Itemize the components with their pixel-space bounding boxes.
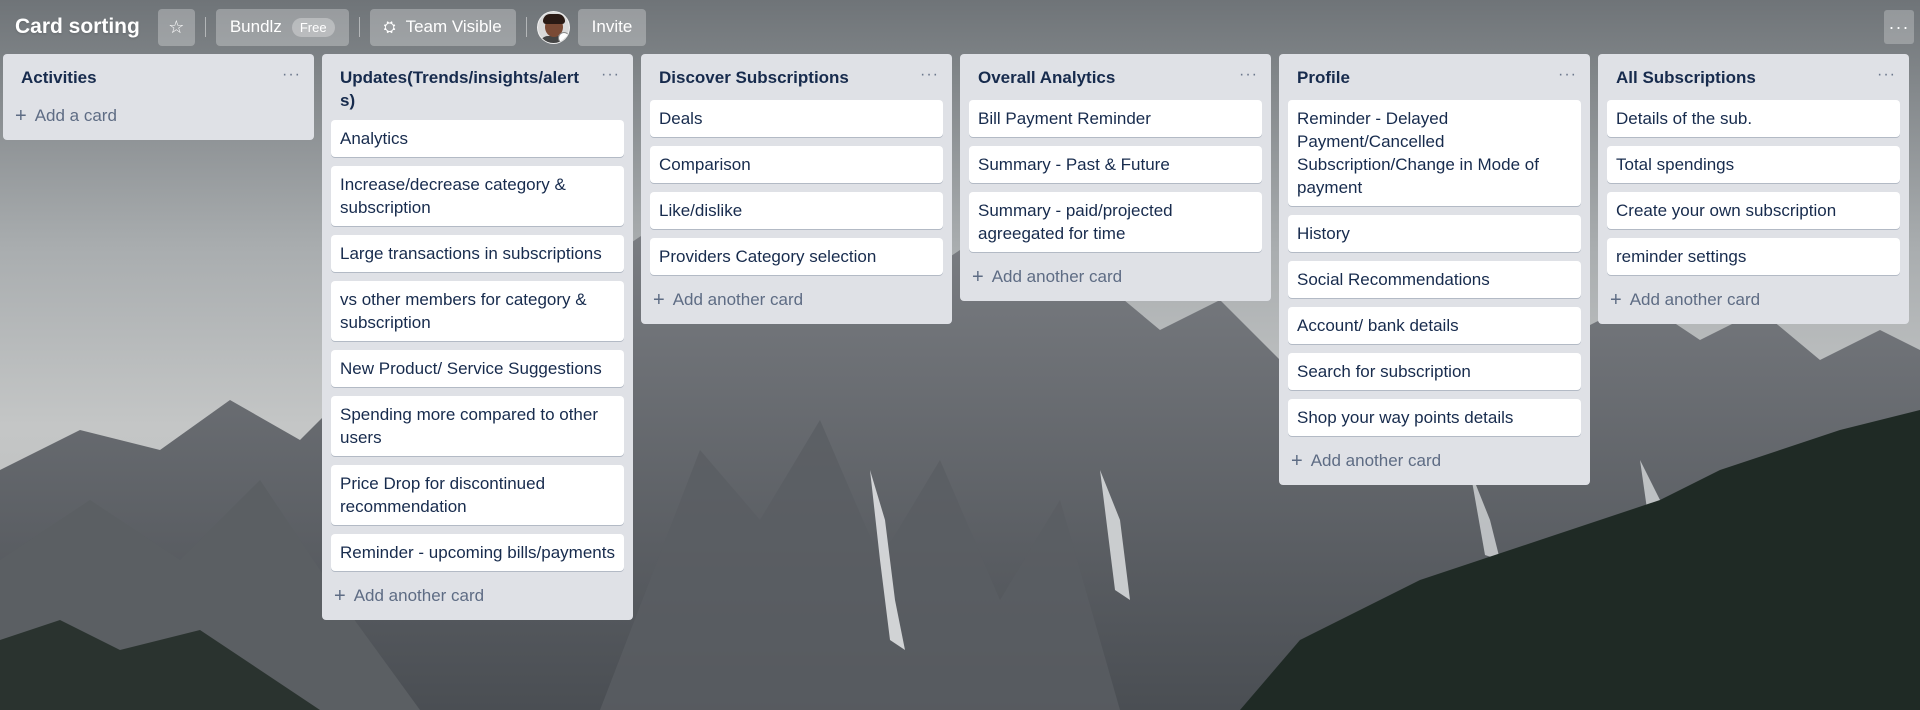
list-header: Activities ···: [12, 54, 305, 100]
list-card[interactable]: Summary - paid/projected agreegated for …: [969, 192, 1262, 252]
plus-icon: +: [653, 289, 665, 311]
list-header: Updates(Trends/insights/alerts) ···: [331, 54, 624, 120]
add-card-button[interactable]: + Add another card: [1607, 284, 1900, 320]
add-card-label: Add another card: [1310, 451, 1442, 470]
list-card[interactable]: Price Drop for discontinued recommendati…: [331, 465, 624, 525]
list-card[interactable]: Social Recommendations: [1288, 261, 1581, 298]
add-card-button[interactable]: + Add a card: [12, 100, 305, 136]
list-title[interactable]: Profile: [1297, 66, 1547, 89]
board-title[interactable]: Card sorting: [15, 15, 140, 39]
list-card[interactable]: Like/dislike: [650, 192, 943, 229]
list-card[interactable]: Create your own subscription: [1607, 192, 1900, 229]
list: Updates(Trends/insights/alerts) ··· Analyt…: [322, 54, 633, 620]
list-card[interactable]: Reminder - Delayed Payment/Cancelled Sub…: [1288, 100, 1581, 206]
list: Overall Analytics ··· Bill Payment Reminde…: [960, 54, 1271, 301]
list-menu-icon[interactable]: ···: [1877, 66, 1896, 84]
plus-icon: +: [1610, 289, 1622, 311]
list-header: All Subscriptions ···: [1607, 54, 1900, 100]
visibility-label: Team Visible: [405, 17, 502, 36]
list: Profile ··· Reminder - Delayed Payment/Can…: [1279, 54, 1590, 485]
visibility-button[interactable]: ⛭ Team Visible: [369, 8, 516, 46]
star-button[interactable]: ☆: [157, 8, 195, 46]
add-card-button[interactable]: + Add another card: [969, 261, 1262, 297]
list-header: Profile ···: [1288, 54, 1581, 100]
list-card[interactable]: Spending more compared to other users: [331, 396, 624, 456]
list-card[interactable]: Increase/decrease category & subscriptio…: [331, 166, 624, 226]
header-divider: [204, 17, 206, 37]
board-canvas: Activities ··· + Add a card Updates(Trends/i…: [3, 54, 1917, 620]
show-menu-button[interactable]: ···: [1884, 10, 1914, 44]
list-card[interactable]: New Product/ Service Suggestions: [331, 350, 624, 387]
workspace-badge: Free: [291, 17, 335, 37]
plus-icon: +: [334, 585, 346, 607]
list-card[interactable]: Total spendings: [1607, 146, 1900, 183]
list-menu-icon[interactable]: ···: [1239, 66, 1258, 84]
list-title[interactable]: Activities: [21, 66, 271, 89]
add-card-label: Add another card: [353, 586, 485, 605]
list-header: Discover Subscriptions ···: [650, 54, 943, 100]
list-card[interactable]: Reminder - upcoming bills/payments: [331, 534, 624, 571]
plus-icon: +: [15, 105, 27, 127]
list-header: Overall Analytics ···: [969, 54, 1262, 100]
list-menu-icon[interactable]: ···: [282, 66, 301, 84]
list-card[interactable]: Account/ bank details: [1288, 307, 1581, 344]
list-card[interactable]: History: [1288, 215, 1581, 252]
list-title[interactable]: Overall Analytics: [978, 66, 1228, 89]
team-icon: ⛭: [383, 18, 396, 36]
add-card-button[interactable]: + Add another card: [331, 580, 624, 616]
list-card[interactable]: Large transactions in subscriptions: [331, 235, 624, 272]
list-menu-icon[interactable]: ···: [1558, 66, 1577, 84]
list-title[interactable]: Updates(Trends/insights/alerts): [340, 66, 590, 112]
add-card-label: Add another card: [991, 267, 1123, 286]
workspace-button[interactable]: Bundlz Free: [215, 8, 349, 46]
add-card-label: Add a card: [34, 106, 117, 125]
list-card[interactable]: Analytics: [331, 120, 624, 157]
list-card[interactable]: Deals: [650, 100, 943, 137]
add-card-button[interactable]: + Add another card: [650, 284, 943, 320]
list: Activities ··· + Add a card: [3, 54, 314, 140]
list-menu-icon[interactable]: ···: [601, 66, 620, 84]
list-menu-icon[interactable]: ···: [920, 66, 939, 84]
add-card-label: Add another card: [672, 290, 804, 309]
list-card[interactable]: vs other members for category & subscrip…: [331, 281, 624, 341]
add-card-label: Add another card: [1629, 290, 1761, 309]
plus-icon: +: [1291, 450, 1303, 472]
list-card[interactable]: Search for subscription: [1288, 353, 1581, 390]
list: All Subscriptions ··· Details of the sub. T…: [1598, 54, 1909, 324]
list-title[interactable]: Discover Subscriptions: [659, 66, 909, 89]
list-card[interactable]: Providers Category selection: [650, 238, 943, 275]
header-divider: [525, 17, 527, 37]
header-divider: [358, 17, 360, 37]
workspace-name: Bundlz: [229, 17, 282, 36]
list-title[interactable]: All Subscriptions: [1616, 66, 1866, 89]
board-header: Card sorting ☆ Bundlz Free ⛭ Team Visibl…: [0, 0, 1920, 54]
list-card[interactable]: Shop your way points details: [1288, 399, 1581, 436]
list-card[interactable]: Summary - Past & Future: [969, 146, 1262, 183]
list-card[interactable]: Bill Payment Reminder: [969, 100, 1262, 137]
list-card[interactable]: reminder settings: [1607, 238, 1900, 275]
list-card[interactable]: Comparison: [650, 146, 943, 183]
list: Discover Subscriptions ··· Deals Comparison…: [641, 54, 952, 324]
plus-icon: +: [972, 266, 984, 288]
star-icon: ☆: [168, 16, 185, 37]
invite-button[interactable]: Invite: [577, 8, 647, 46]
member-avatar[interactable]: [536, 10, 570, 44]
add-card-button[interactable]: + Add another card: [1288, 445, 1581, 481]
list-card[interactable]: Details of the sub.: [1607, 100, 1900, 137]
